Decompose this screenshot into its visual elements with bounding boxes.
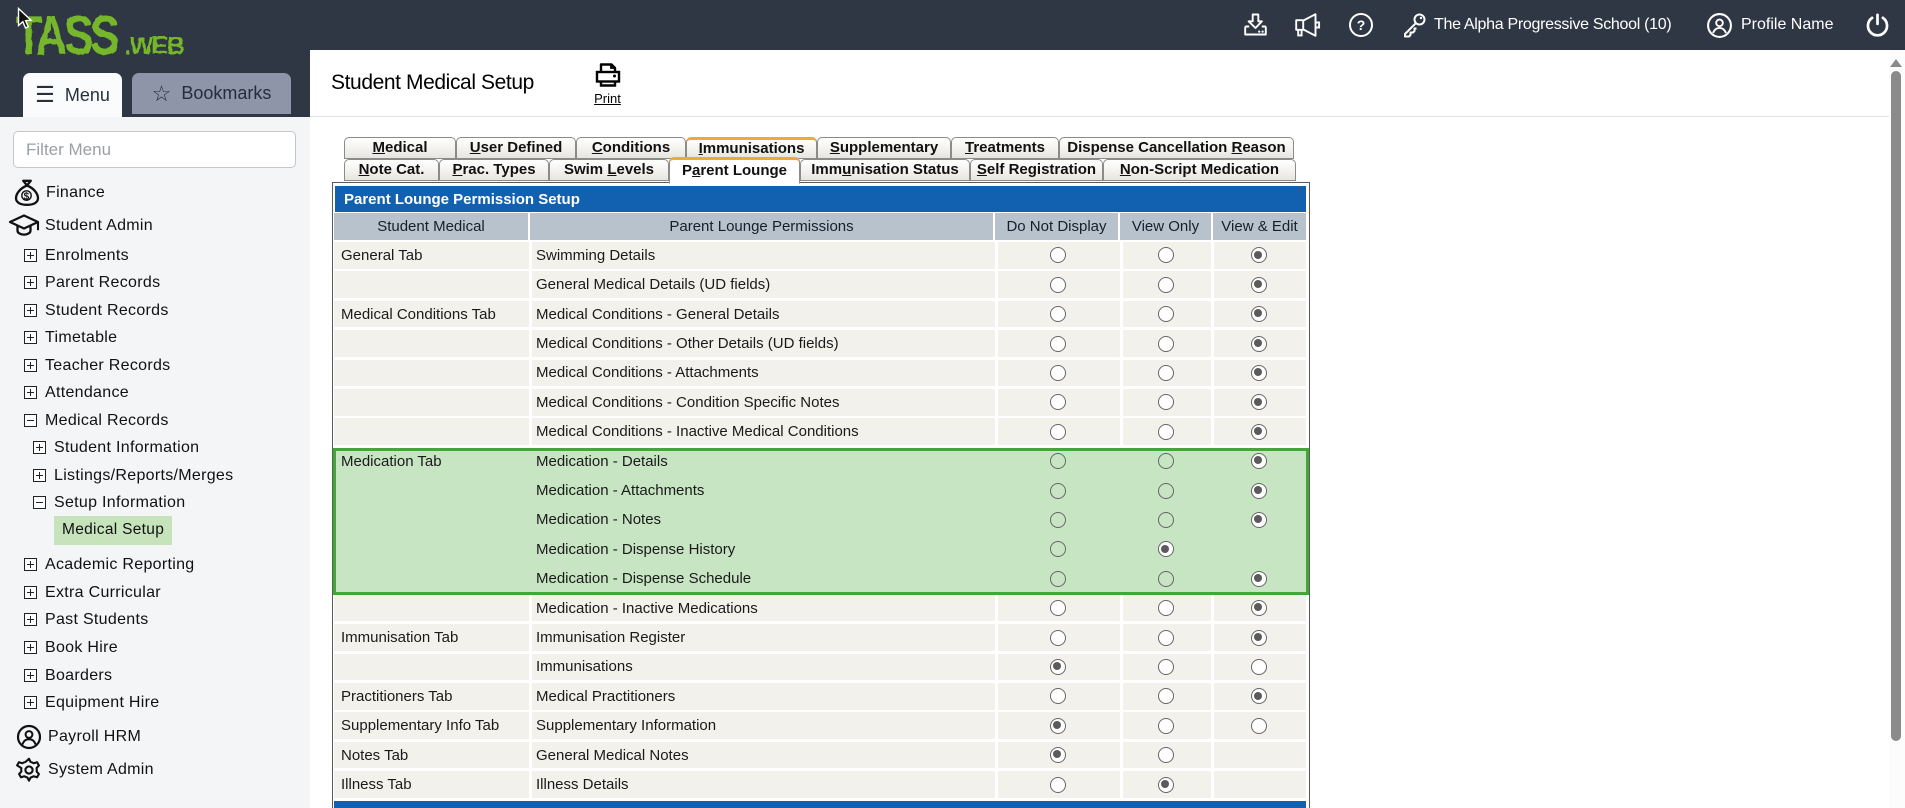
svg-text:.WEB: .WEB [124,32,184,58]
svg-text:$: $ [24,192,30,203]
svg-text:?: ? [1357,17,1366,33]
